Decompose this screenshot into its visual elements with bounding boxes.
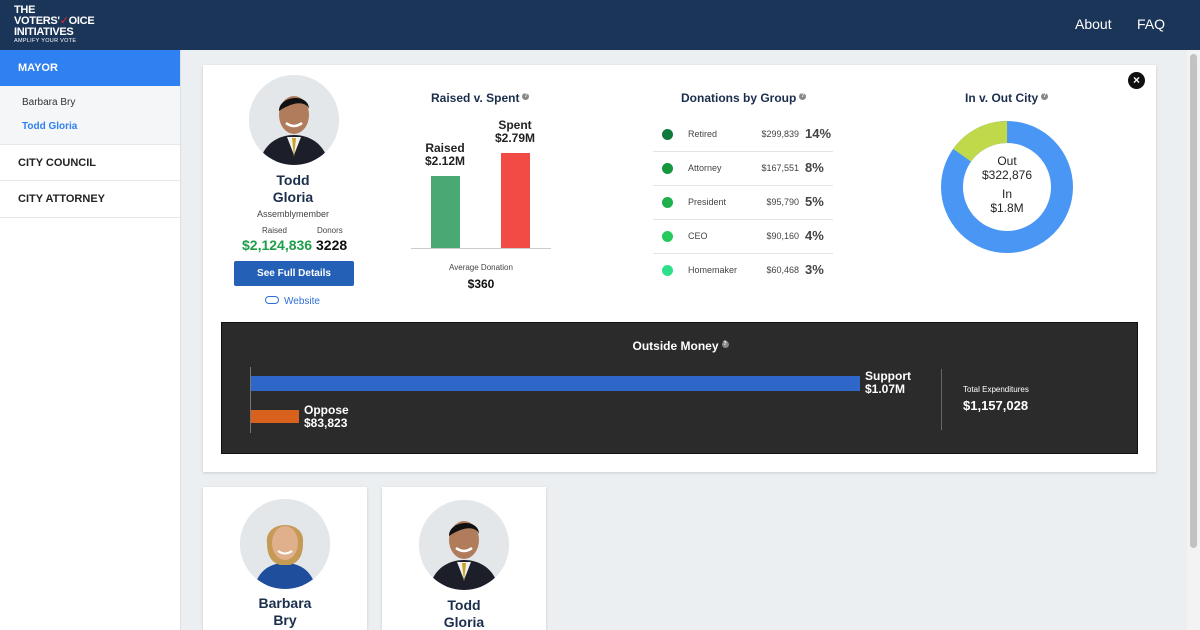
candidate-name: Todd Gloria (243, 172, 343, 206)
oppose-label: Oppose $83,823 (304, 403, 349, 430)
total-expenditures-label: Total Expenditures (963, 385, 1029, 394)
candidate-detail-card: × Todd Gloria Assemblymember Raised Dono… (203, 65, 1156, 472)
donation-group-percent: 4% (805, 228, 824, 243)
candidate-card-name: Todd Gloria (443, 597, 485, 630)
candidate-last-name: Gloria (272, 189, 314, 205)
in-out-city-title: In v. Out City? (965, 91, 1049, 105)
logo-line3: INITIATIVES (14, 26, 74, 38)
raised-spent-baseline (411, 248, 551, 249)
oppose-value: $83,823 (304, 416, 348, 430)
donation-group-percent: 14% (805, 126, 832, 141)
support-label: Support $1.07M (865, 369, 911, 396)
raised-bar-label: Raised $2.12M (415, 142, 475, 168)
donut-out-value: $322,876 (981, 168, 1033, 182)
page-scrollbar[interactable] (1187, 50, 1200, 630)
support-bar (251, 376, 860, 391)
sidebar-mayor-submenu: Barbara Bry Todd Gloria (0, 86, 180, 144)
donation-group-color-dot (662, 197, 673, 208)
candidate-card-avatar (419, 500, 509, 590)
candidate-card-name: Barbara Bry (258, 595, 312, 628)
logo-tagline: AMPLIFY YOUR VOTE (14, 38, 77, 44)
website-label: Website (284, 296, 320, 307)
help-icon[interactable]: ? (799, 93, 807, 100)
donation-group-row: President $95,790 5% (653, 186, 833, 220)
outside-money-divider (941, 369, 942, 430)
help-icon[interactable]: ? (1041, 93, 1049, 100)
nav-faq-link[interactable]: FAQ (1137, 16, 1165, 32)
close-icon[interactable]: × (1128, 72, 1145, 89)
sidebar-item-barbara-bry[interactable]: Barbara Bry (0, 92, 180, 116)
donation-group-amount: $90,160 (766, 231, 799, 241)
site-logo[interactable]: THE VOTERS'✓OICE INITIATIVES AMPLIFY YOU… (14, 5, 95, 45)
website-link[interactable]: Website (265, 296, 320, 307)
candidate-card-avatar (240, 499, 330, 589)
outside-money-title: Outside Money? (632, 339, 729, 353)
raised-bar (431, 176, 460, 248)
oppose-bar (251, 410, 299, 423)
donation-group-amount: $299,839 (761, 129, 799, 139)
link-icon (265, 296, 279, 304)
donation-group-name: Homemaker (688, 265, 738, 275)
donations-title: Donations by Group? (681, 91, 807, 105)
donation-group-amount: $167,551 (761, 163, 799, 173)
raised-value: $2,124,836 (242, 237, 313, 253)
donation-group-percent: 8% (805, 160, 824, 175)
donation-group-name: Retired (688, 129, 718, 139)
spent-bar-label: Spent $2.79M (485, 119, 545, 145)
help-icon[interactable]: ? (522, 93, 530, 100)
candidate-avatar (249, 75, 339, 165)
sidebar-item-city-attorney[interactable]: CITY ATTORNEY (0, 181, 180, 218)
donation-group-name: President (688, 197, 727, 207)
support-value: $1.07M (865, 382, 906, 396)
candidate-card-barbara-bry[interactable]: Barbara Bry (203, 487, 367, 630)
donut-in-label: In $1.8M (971, 187, 1043, 215)
see-full-details-button[interactable]: See Full Details (234, 261, 354, 286)
sidebar: MAYOR Barbara Bry Todd Gloria CITY COUNC… (0, 50, 181, 630)
donors-value: 3228 (316, 237, 348, 253)
spent-bar-value: $2.79M (494, 131, 536, 145)
donation-group-color-dot (662, 265, 673, 276)
donation-group-amount: $95,790 (766, 197, 799, 207)
donation-group-name: CEO (688, 231, 708, 241)
donation-group-color-dot (662, 163, 673, 174)
raised-label: Raised (262, 226, 287, 235)
raised-spent-title: Raised v. Spent? (431, 91, 530, 105)
sidebar-item-mayor[interactable]: MAYOR (0, 50, 180, 86)
candidate-card-todd-gloria[interactable]: Todd Gloria (382, 487, 546, 630)
sidebar-item-city-council[interactable]: CITY COUNCIL (0, 144, 180, 181)
donors-label: Donors (317, 226, 343, 235)
candidate-first-name: Todd (276, 172, 310, 188)
donation-group-row: Homemaker $60,468 3% (653, 254, 833, 288)
donation-group-name: Attorney (688, 163, 722, 173)
donation-group-percent: 5% (805, 194, 824, 209)
donation-group-row: Retired $299,839 14% (653, 118, 833, 152)
donation-group-color-dot (662, 129, 673, 140)
outside-money-panel: Outside Money? Support $1.07M Oppose $83,8… (221, 322, 1138, 454)
average-donation-value: $360 (467, 277, 495, 291)
donation-group-row: CEO $90,160 4% (653, 220, 833, 254)
scrollbar-thumb[interactable] (1190, 54, 1197, 548)
sidebar-item-todd-gloria[interactable]: Todd Gloria (0, 116, 180, 140)
spent-bar (501, 153, 530, 248)
donation-group-color-dot (662, 231, 673, 242)
top-nav: THE VOTERS'✓OICE INITIATIVES AMPLIFY YOU… (0, 0, 1200, 50)
donut-in-value: $1.8M (990, 201, 1024, 215)
donut-out-label: Out $322,876 (971, 154, 1043, 182)
donation-group-row: Attorney $167,551 8% (653, 152, 833, 186)
donation-group-amount: $60,468 (766, 265, 799, 275)
donation-group-percent: 3% (805, 262, 824, 277)
average-donation-label: Average Donation (449, 263, 513, 272)
help-icon[interactable]: ? (721, 341, 729, 348)
nav-about-link[interactable]: About (1075, 16, 1112, 32)
raised-bar-value: $2.12M (424, 154, 466, 168)
candidate-office: Assemblymember (256, 209, 330, 219)
total-expenditures-value: $1,157,028 (963, 398, 1029, 413)
